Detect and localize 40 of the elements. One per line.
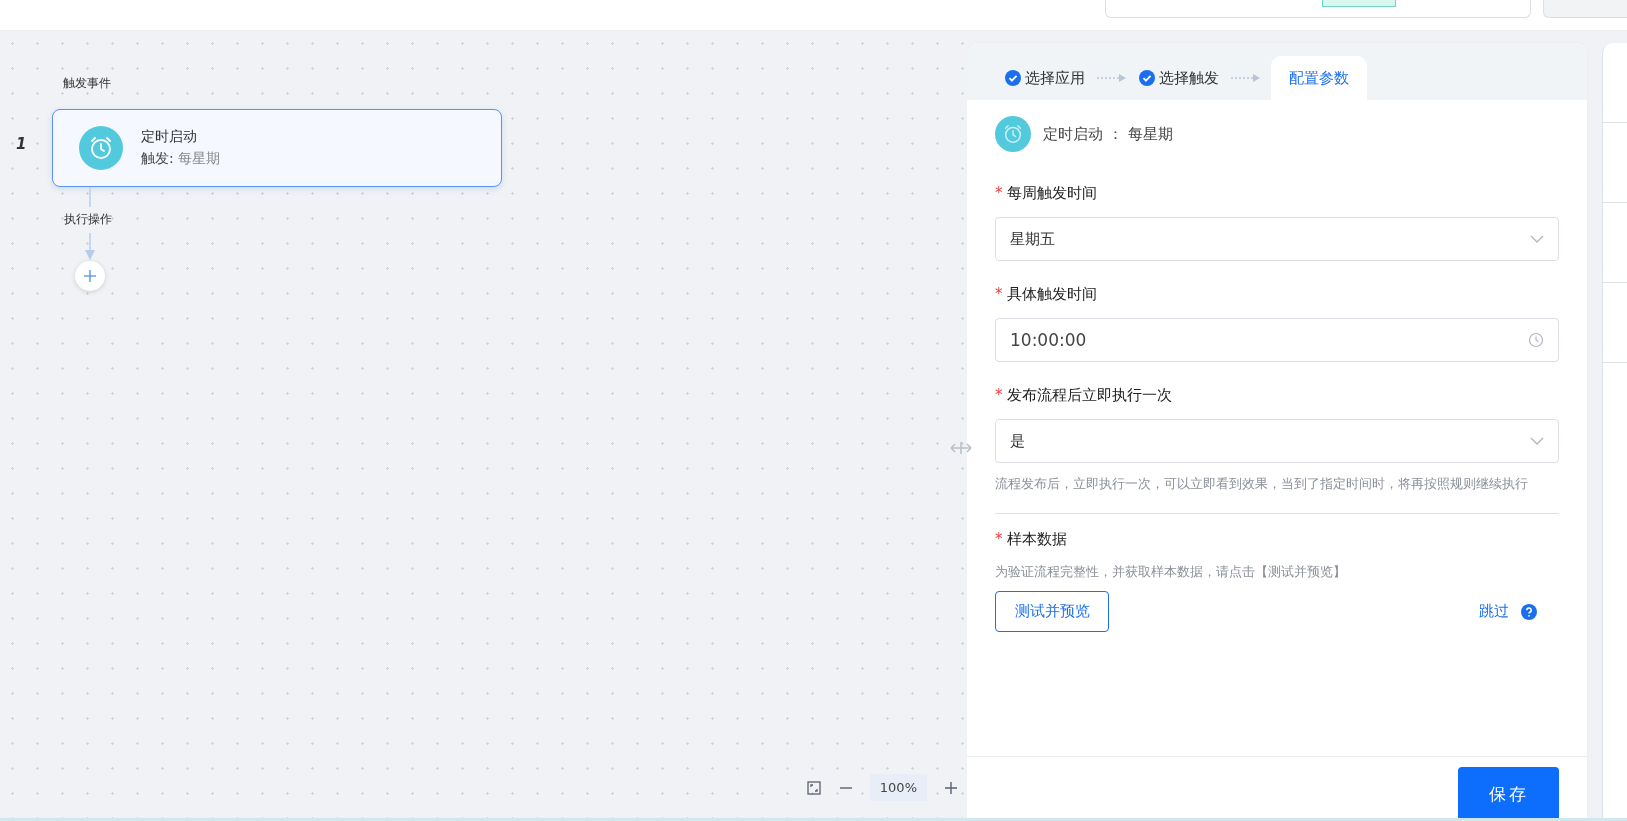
section-label: 执行操作 xyxy=(64,211,112,228)
add-step-button[interactable] xyxy=(75,261,105,291)
field-label: * 发布流程后立即执行一次 xyxy=(995,386,1174,405)
zoom-in-icon[interactable] xyxy=(943,779,959,796)
field-label: * 具体触发时间 xyxy=(995,285,1099,304)
node-trigger: 触发: 每星期 xyxy=(141,150,221,168)
skip-link[interactable]: 跳过 xyxy=(1479,602,1509,621)
step-arrow-icon xyxy=(1231,72,1261,83)
test-preview-button[interactable]: 测试并预览 xyxy=(995,591,1109,632)
connector-arrow xyxy=(84,233,96,261)
help-icon[interactable] xyxy=(1521,603,1537,620)
connector-line xyxy=(89,187,91,207)
trigger-summary: 定时启动 ： 每星期 xyxy=(1043,124,1173,144)
check-circle-icon xyxy=(1005,70,1021,86)
node-title: 定时启动 xyxy=(141,128,198,146)
select-field[interactable]: 是 xyxy=(995,419,1559,463)
alarm-clock-icon xyxy=(995,116,1031,152)
help-text: 流程发布后，立即执行一次，可以立即看到效果，当到了指定时间时，将再按照规则继续执行 xyxy=(995,475,1529,493)
select-field[interactable]: 星期五 xyxy=(995,217,1559,261)
chevron-down-icon xyxy=(1530,437,1544,445)
chevron-down-icon xyxy=(1530,235,1544,243)
check-circle-icon xyxy=(1139,70,1155,86)
step-number: 1 xyxy=(16,135,27,153)
clock-icon xyxy=(1528,332,1544,348)
time-field[interactable]: 10:00:00 xyxy=(995,318,1559,362)
plus-icon xyxy=(83,269,97,283)
section-label: 触发事件 xyxy=(63,75,111,92)
fit-screen-icon[interactable] xyxy=(805,779,822,796)
zoom-level: 100% xyxy=(869,774,927,801)
save-button[interactable]: 保存 xyxy=(1458,767,1559,821)
help-text: 为验证流程完整性，并获取样本数据，请点击【测试并预览】 xyxy=(995,563,1347,581)
step-arrow-icon xyxy=(1097,72,1127,83)
alarm-clock-icon xyxy=(79,126,123,170)
step-tab[interactable]: 配置参数 xyxy=(1271,56,1367,100)
field-label: * 每周触发时间 xyxy=(995,184,1099,203)
resize-handle-icon[interactable] xyxy=(949,440,973,456)
trigger-node[interactable]: 定时启动 触发: 每星期 xyxy=(52,109,502,187)
step-tab[interactable]: 选择触发 xyxy=(1137,56,1221,100)
field-label: * 样本数据 xyxy=(995,530,1069,549)
step-tab[interactable]: 选择应用 xyxy=(1003,56,1087,100)
